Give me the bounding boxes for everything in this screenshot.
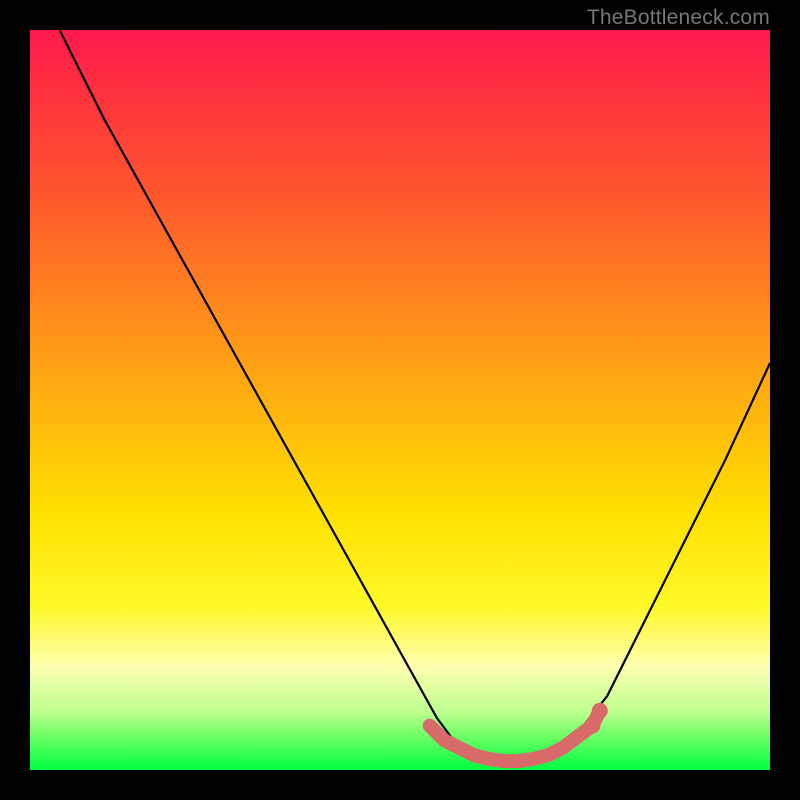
- outer-frame: TheBottleneck.com: [0, 0, 800, 800]
- valley-highlight-line: [430, 711, 600, 761]
- bottleneck-curve-line: [60, 30, 770, 763]
- watermark-text: TheBottleneck.com: [587, 6, 770, 30]
- valley-dot-icon: [584, 718, 600, 734]
- valley-dot-icon: [592, 703, 608, 719]
- chart-svg: [30, 30, 770, 770]
- series-group: [60, 30, 770, 763]
